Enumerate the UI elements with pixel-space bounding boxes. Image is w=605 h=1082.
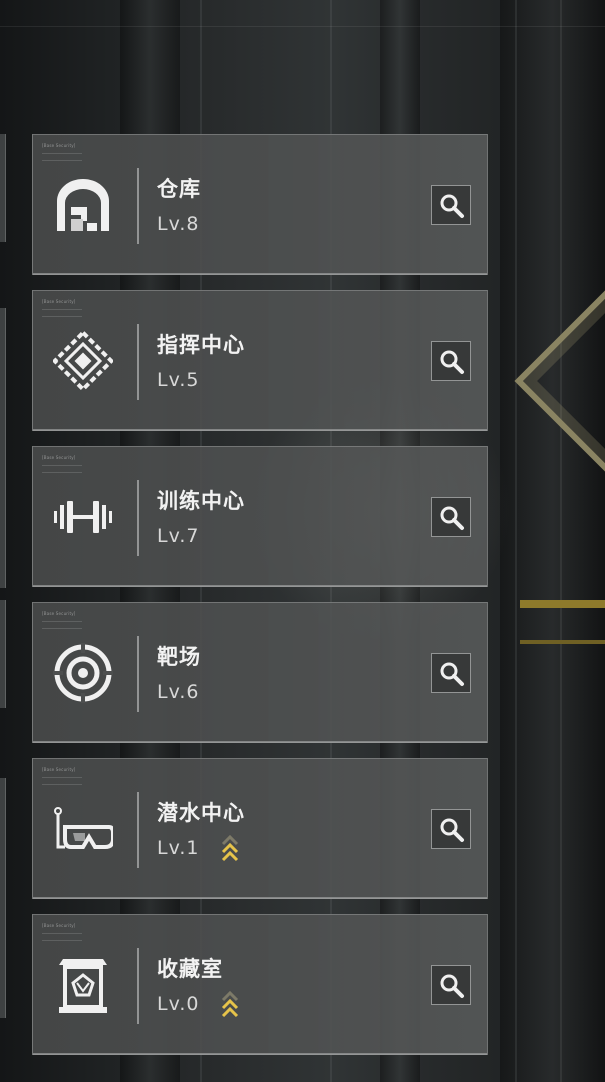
building-name: 潜水中心 xyxy=(157,801,245,825)
building-card-shooting-range[interactable]: [Base Security] 靶场 Lv.6 xyxy=(32,602,488,743)
card-divider xyxy=(137,480,139,556)
building-name: 训练中心 xyxy=(157,489,245,513)
building-level: Lv.8 xyxy=(157,213,200,235)
card-divider xyxy=(137,792,139,868)
card-tag: [Base Security] xyxy=(42,455,76,460)
card-divider xyxy=(137,324,139,400)
card-divider xyxy=(137,948,139,1024)
background-railing xyxy=(520,640,605,644)
card-tag-lines xyxy=(42,309,82,317)
building-card-diving-center[interactable]: [Base Security] 潜水中心 Lv.1 xyxy=(32,758,488,899)
background-cable xyxy=(515,0,517,1082)
card-tag-lines xyxy=(42,777,82,785)
left-panel-edge xyxy=(0,134,6,242)
card-tag-lines xyxy=(42,933,82,941)
left-panel-edge xyxy=(0,600,6,708)
building-name: 指挥中心 xyxy=(157,333,245,357)
card-divider xyxy=(137,636,139,712)
building-level: Lv.1 xyxy=(157,837,200,859)
shooting-range-icon xyxy=(53,643,113,703)
card-tag: [Base Security] xyxy=(42,923,76,928)
upgrade-available-icon xyxy=(221,990,239,1019)
card-tag: [Base Security] xyxy=(42,767,76,772)
inspect-button[interactable] xyxy=(431,341,471,381)
training-center-icon xyxy=(53,487,113,547)
inspect-button[interactable] xyxy=(431,497,471,537)
collection-room-icon xyxy=(53,955,113,1015)
card-tag-lines xyxy=(42,465,82,473)
card-tag-lines xyxy=(42,621,82,629)
building-card-warehouse[interactable]: [Base Security] 仓库 Lv.8 xyxy=(32,134,488,275)
magnifier-icon xyxy=(440,818,464,842)
building-name: 收藏室 xyxy=(157,957,223,981)
building-level: Lv.5 xyxy=(157,369,200,391)
background-railing xyxy=(520,600,605,608)
inspect-button[interactable] xyxy=(431,809,471,849)
magnifier-icon xyxy=(440,974,464,998)
magnifier-icon xyxy=(440,194,464,218)
card-tag: [Base Security] xyxy=(42,611,76,616)
building-level: Lv.7 xyxy=(157,525,200,547)
card-tag: [Base Security] xyxy=(42,143,76,148)
building-name: 靶场 xyxy=(157,645,201,669)
background-cable xyxy=(560,0,562,1082)
card-tag-lines xyxy=(42,153,82,161)
building-level: Lv.0 xyxy=(157,993,200,1015)
building-name: 仓库 xyxy=(157,177,201,201)
card-divider xyxy=(137,168,139,244)
building-level: Lv.6 xyxy=(157,681,200,703)
warehouse-icon xyxy=(53,175,113,235)
left-panel-edge xyxy=(0,778,6,1018)
magnifier-icon xyxy=(440,506,464,530)
inspect-button[interactable] xyxy=(431,653,471,693)
inspect-button[interactable] xyxy=(431,185,471,225)
upgrade-available-icon xyxy=(221,834,239,863)
left-panel-edge xyxy=(0,308,6,588)
building-card-training-center[interactable]: [Base Security] 训练中心 Lv.7 xyxy=(32,446,488,587)
magnifier-icon xyxy=(440,662,464,686)
building-card-collection-room[interactable]: [Base Security] 收藏室 Lv.0 xyxy=(32,914,488,1055)
command-center-icon xyxy=(51,329,115,393)
inspect-button[interactable] xyxy=(431,965,471,1005)
base-building-screen: [Base Security] 仓库 Lv.8 [Base Security] xyxy=(0,0,605,1082)
magnifier-icon xyxy=(440,350,464,374)
background-beam xyxy=(0,26,605,27)
diving-center-icon xyxy=(53,799,115,859)
building-card-command-center[interactable]: [Base Security] 指挥中心 Lv.5 xyxy=(32,290,488,431)
card-tag: [Base Security] xyxy=(42,299,76,304)
